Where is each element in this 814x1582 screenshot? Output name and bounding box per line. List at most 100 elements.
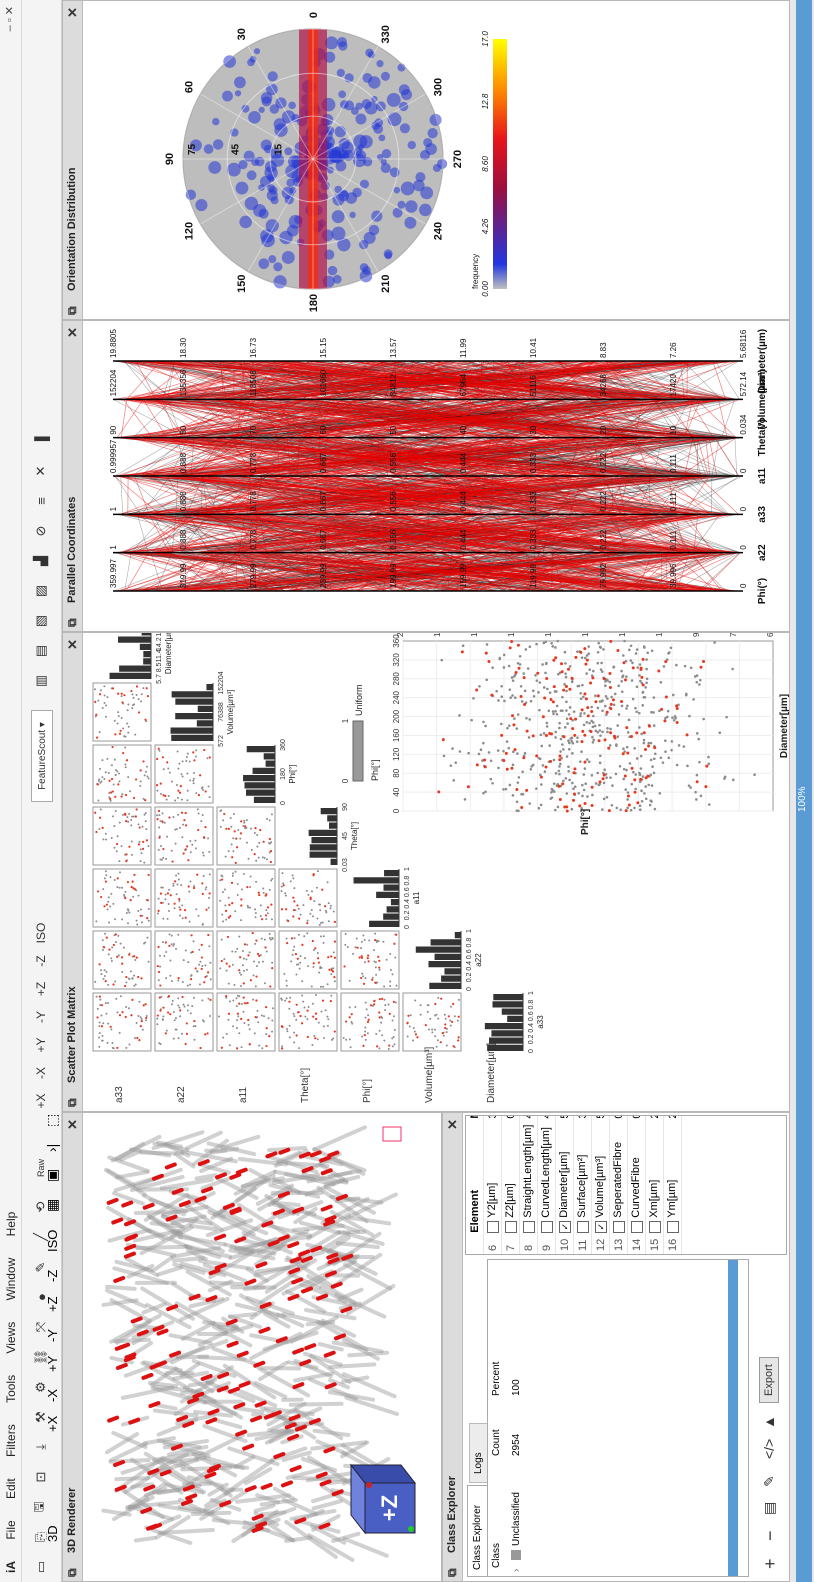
element-checkbox[interactable]: ✓ [558,1220,571,1233]
scatter-cell[interactable] [154,806,214,866]
menu-help[interactable]: Help [0,1203,18,1246]
snapshot-icon[interactable]: ▣ [44,1169,61,1182]
close-icon[interactable]: ✕ [65,1119,81,1130]
chart-icon[interactable]: ▥ [29,670,53,692]
add-class-icon[interactable]: + [760,1558,781,1569]
view-minus-z[interactable]: -Z [45,1270,60,1282]
expand-icon[interactable]: › [511,1569,522,1572]
view-plus-x[interactable]: +X [45,1416,60,1432]
layout-icon[interactable]: ▦ [44,1199,61,1212]
scatter-cell[interactable] [278,868,338,928]
view-plus-y[interactable]: +Y [45,1356,60,1372]
spm-canvas[interactable]: a33 a22 a11 Theta[°] Phi[°] Volume[µm³] Diamet… [83,632,790,1111]
menu-icon[interactable]: ≡ [29,490,53,512]
toolbar-view-1[interactable]: -X [29,1062,53,1084]
tab-logs[interactable]: Logs [469,1423,487,1483]
scatter-cell[interactable] [340,992,400,1052]
scatter-cell[interactable] [92,992,152,1052]
stats-icon[interactable]: ▐ [29,430,53,452]
toolbar-view-5[interactable]: -Z [29,950,53,972]
scatter-cell[interactable] [340,930,400,990]
compass-icon[interactable]: ⊘ [29,520,53,542]
element-row[interactable]: 6Y2[µm]30.16 [483,1115,502,1254]
element-checkbox[interactable] [504,1220,517,1233]
scatter-cell[interactable] [278,992,338,1052]
window-controls[interactable]: – ▫ ✕ [3,6,16,31]
view-minus-y[interactable]: -Y [45,1329,60,1342]
element-row[interactable]: 8StraightLength[µm]4.90 [519,1115,538,1254]
element-row[interactable]: 14CurvedFibre0.00 [627,1115,646,1254]
export-button[interactable]: Export [759,1357,779,1403]
view-minus-x[interactable]: -X [45,1389,60,1402]
save-icon[interactable]: ▤ [761,1502,778,1515]
element-row[interactable]: 16Ym[µm]27.17 [663,1115,682,1254]
float-icon[interactable]: ⧉ [65,306,80,315]
element-name[interactable]: Xm[µm] [645,1121,664,1236]
float-icon[interactable]: ⧉ [65,1098,80,1107]
element-row[interactable]: 13SeperatedFibre0.00 [609,1115,628,1254]
class-row[interactable]: › Unclassified 2954 100 [508,1260,526,1576]
scatter-cell[interactable] [92,930,152,990]
histogram-icon[interactable]: ▟ [29,550,53,572]
close-icon[interactable]: ✕ [65,7,81,18]
float-icon[interactable]: ⧉ [65,618,80,627]
float-icon[interactable]: ⧉ [445,1568,460,1577]
close-icon[interactable]: ✕ [445,1119,461,1130]
module-dropdown[interactable]: FeatureScout ▾ [31,710,53,802]
scatter-cell[interactable] [92,806,152,866]
element-checkbox[interactable] [666,1220,679,1233]
scatter-cell[interactable] [154,868,214,928]
parallel-canvas[interactable]: 039.99679.992119.99159.99199.99239.99279… [83,320,790,631]
menu-file[interactable]: File [0,1511,18,1548]
close-icon[interactable]: ✕ [65,327,81,338]
fiber-render-view[interactable]: +Z [83,1112,442,1581]
element-name[interactable]: ✓Volume[µm³] [591,1121,610,1236]
scatter-cell[interactable] [154,744,214,804]
element-row[interactable]: 11Surface[µm²]383.9 [573,1115,592,1254]
orientation-cube[interactable]: +Z [349,1463,417,1535]
element-name[interactable]: Surface[µm²] [573,1121,592,1236]
scatter-cell[interactable] [402,992,462,1052]
scatter-cell[interactable] [216,992,276,1052]
element-name[interactable]: Y2[µm] [483,1121,502,1236]
element-checkbox[interactable] [540,1220,553,1233]
element-row[interactable]: 9CurvedLength[µm]4.90 [537,1115,556,1254]
element-name[interactable]: Z2[µm] [501,1121,520,1236]
view-iso[interactable]: ISO [45,1230,60,1252]
element-name[interactable]: Ym[µm] [663,1121,682,1236]
selection-icon[interactable]: ⬚ [44,1114,61,1127]
scatter-cell[interactable] [278,930,338,990]
element-checkbox[interactable] [630,1220,643,1233]
menu-tools[interactable]: Tools [0,1366,18,1412]
element-checkbox[interactable] [576,1220,589,1233]
code-icon[interactable]: </> [761,1439,777,1459]
element-checkbox[interactable]: ✓ [594,1220,607,1233]
element-row[interactable]: 12✓Volume[µm³]572.1 [591,1115,610,1254]
scatter-cell[interactable] [92,744,152,804]
menu-filters[interactable]: Filters [0,1415,18,1466]
element-name[interactable]: ✓Diameter[µm] [555,1121,574,1236]
scatter-cell[interactable] [92,682,152,742]
element-name[interactable]: StraightLength[µm] [519,1121,538,1236]
menu-window[interactable]: Window [0,1249,18,1310]
polar-canvas[interactable]: 03060901201501802102402703003301545750.0… [83,0,790,319]
menu-edit[interactable]: Edit [0,1469,18,1508]
scatter-cell[interactable] [216,868,276,928]
scatter-cell[interactable] [92,868,152,928]
menu-views[interactable]: Views [0,1313,18,1363]
toolbar-view-2[interactable]: +Y [29,1034,53,1056]
view-plus-z[interactable]: +Z [45,1296,60,1312]
tools-icon[interactable]: ✕ [29,460,53,482]
chart-icon[interactable]: ▲ [761,1415,777,1429]
element-checkbox[interactable] [648,1220,661,1233]
element-name[interactable]: SeperatedFibre [609,1121,628,1236]
scatter-cell[interactable] [216,930,276,990]
element-row[interactable]: 15Xm[µm]2.04 [645,1115,664,1254]
close-icon[interactable]: ✕ [65,639,81,650]
float-icon[interactable]: ⧉ [65,1568,80,1577]
element-name[interactable]: CurvedLength[µm] [537,1121,556,1236]
element-checkbox[interactable] [522,1220,535,1233]
scatter-cell[interactable] [216,806,276,866]
toolbar-view-4[interactable]: +Z [29,978,53,1000]
table-icon[interactable]: ▤ [29,640,53,662]
